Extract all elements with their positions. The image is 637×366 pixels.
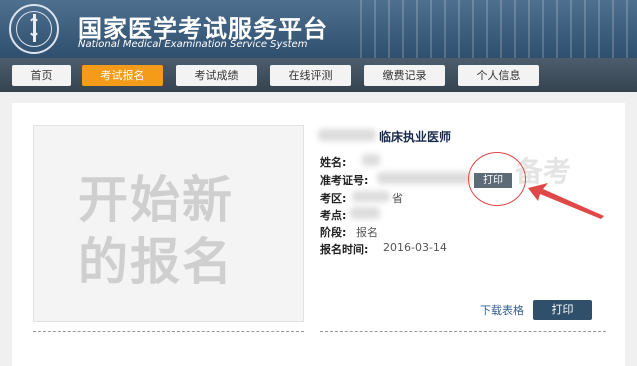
nav-online-assessment[interactable]: 在线评测	[270, 65, 351, 86]
registration-time-label: 报名时间:	[320, 243, 369, 256]
district-value: 省	[392, 192, 403, 205]
name-label: 姓名:	[320, 156, 347, 169]
print-button[interactable]: 打印	[533, 300, 592, 320]
district-label: 考区:	[320, 192, 347, 205]
nav-exam-registration[interactable]: 考试报名	[82, 65, 163, 86]
emblem-snake	[28, 18, 40, 36]
stage-label: 阶段:	[320, 226, 347, 239]
divider-left	[33, 331, 304, 332]
redacted-ticket-number	[377, 172, 472, 184]
annotation-circle	[468, 152, 526, 206]
exam-site-label: 考点:	[320, 209, 347, 222]
medical-emblem-icon	[9, 4, 59, 54]
annotation-arrow-icon	[528, 183, 604, 219]
download-form-link[interactable]: 下载表格	[480, 302, 524, 318]
redacted-exam-site	[350, 207, 380, 219]
site-header: 国家医学考试服务平台 National Medical Examination …	[0, 0, 637, 58]
redacted-exam-prefix	[318, 129, 376, 141]
exam-title: 临床执业医师	[379, 130, 452, 144]
stage-value: 报名	[356, 226, 378, 239]
nav-exam-scores[interactable]: 考试成绩	[176, 65, 257, 86]
main-nav: 首页 考试报名 考试成绩 在线评测 缴费记录 个人信息	[0, 58, 637, 92]
redacted-name	[362, 154, 380, 166]
site-subtitle: National Medical Examination Service Sys…	[78, 39, 308, 50]
registration-time-value: 2016-03-14	[383, 241, 447, 254]
nav-personal-info[interactable]: 个人信息	[458, 65, 539, 86]
ticket-number-label: 准考证号:	[320, 174, 369, 187]
redacted-district	[352, 191, 390, 202]
divider-right	[320, 331, 606, 332]
header-decoration	[360, 0, 637, 58]
nav-home[interactable]: 首页	[12, 65, 71, 86]
new-registration-text-line2: 的报名	[78, 233, 234, 291]
nav-payment-records[interactable]: 缴费记录	[364, 65, 445, 86]
